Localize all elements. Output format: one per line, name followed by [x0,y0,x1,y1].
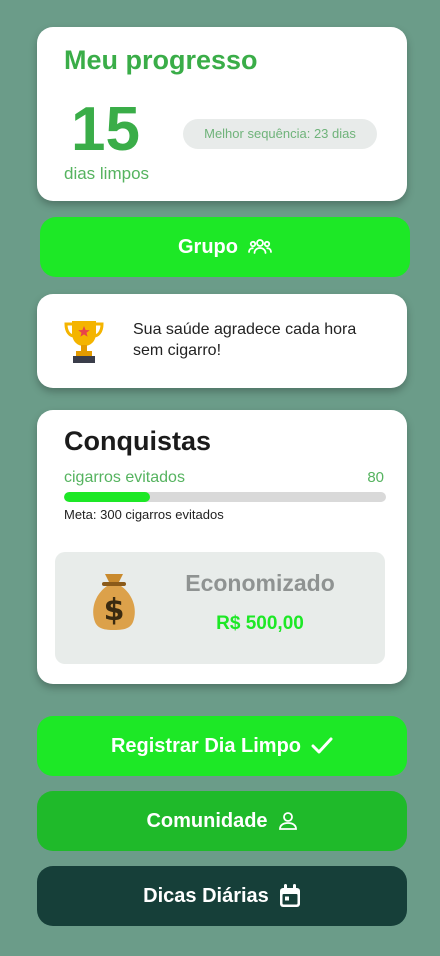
checkmark-icon [311,737,333,755]
progress-card: Meu progresso 15 dias limpos Melhor sequ… [37,27,407,201]
savings-box: $ Economizado R$ 500,00 [55,552,385,664]
person-icon [278,811,298,831]
savings-title: Economizado [185,570,335,596]
register-button-label: Registrar Dia Limpo [110,734,302,757]
cigarettes-avoided-value: 80 [367,469,384,486]
daily-tips-button[interactable]: Dicas Diárias [37,866,407,926]
group-icon [248,237,272,257]
trophy-icon [61,316,107,369]
savings-value: R$ 500,00 [216,613,304,634]
motivation-text: Sua saúde agradece cada hora sem cigarro… [133,321,357,359]
register-clean-day-button[interactable]: Registrar Dia Limpo [37,716,407,776]
cigarettes-avoided-label: cigarros evitados [64,469,185,486]
achievements-title: Conquistas [64,426,212,456]
days-label: dias limpos [64,164,150,183]
group-button[interactable]: Grupo [40,217,410,277]
community-button-label: Comunidade [146,809,268,832]
cigarettes-progress-fill [64,492,150,502]
days-count: 15 [71,95,140,164]
motivation-card: Sua saúde agradece cada hora sem cigarro… [37,294,407,388]
progress-title: Meu progresso [64,45,258,75]
svg-text:$: $ [104,593,125,628]
money-bag-icon: $ [89,570,139,637]
community-button[interactable]: Comunidade [37,791,407,851]
cigarettes-progress-bar [64,492,386,502]
calendar-icon [279,884,301,908]
achievements-card: Conquistas cigarros evitados 80 Meta: 30… [37,410,407,684]
group-button-label: Grupo [178,235,238,258]
tips-button-label: Dicas Diárias [143,884,269,907]
cigarettes-goal: Meta: 300 cigarros evitados [64,507,224,522]
best-streak-badge: Melhor sequência: 23 dias [183,119,377,149]
